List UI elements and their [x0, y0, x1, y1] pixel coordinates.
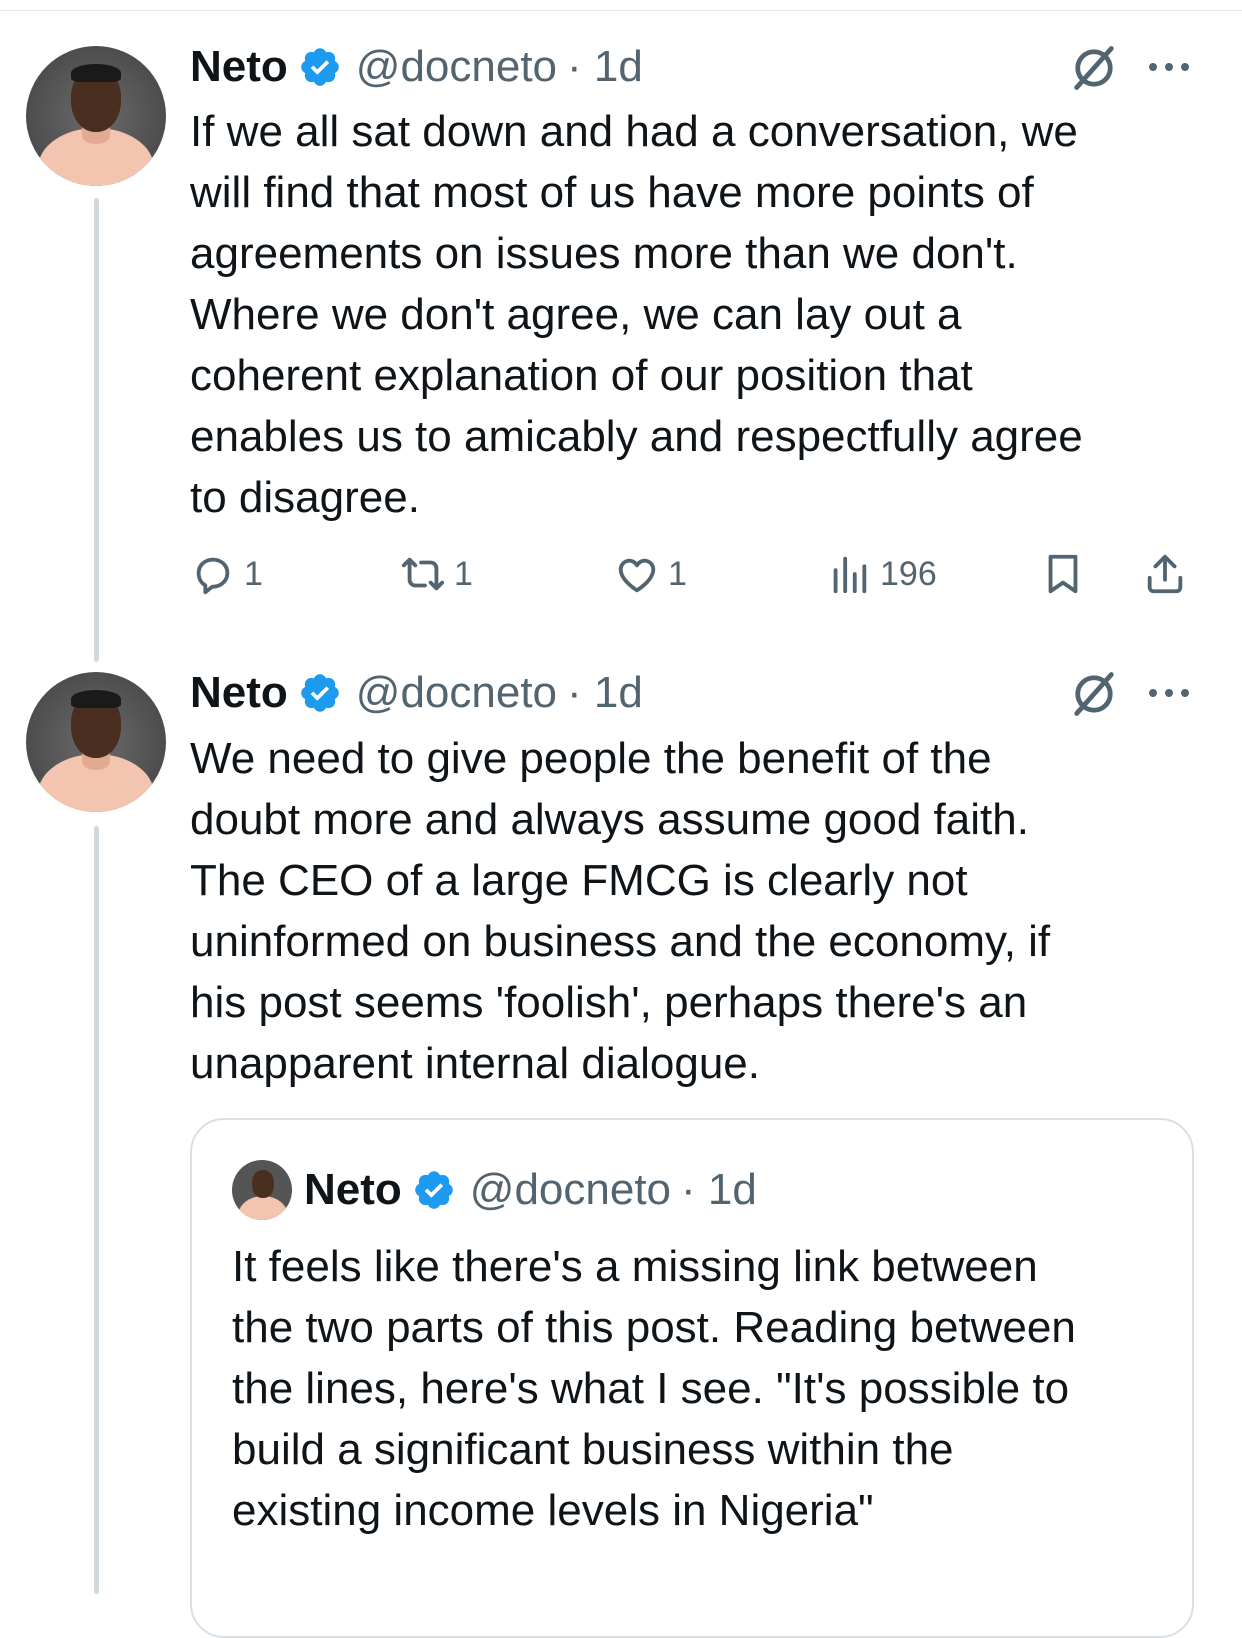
- quote-text: It feels like there's a missing link bet…: [232, 1242, 1076, 1535]
- quote-header: Neto @docneto · 1d: [304, 1165, 757, 1215]
- view-count: 196: [880, 554, 937, 593]
- quoted-tweet[interactable]: Neto @docneto · 1d It feels like there's…: [190, 1118, 1194, 1638]
- verified-badge-icon: [300, 48, 339, 86]
- reply-button[interactable]: 1: [190, 548, 263, 600]
- avatar[interactable]: [26, 672, 166, 812]
- more-icon[interactable]: [1146, 686, 1192, 700]
- timestamp[interactable]: · 1d: [567, 42, 643, 92]
- views-button[interactable]: 196: [826, 548, 937, 600]
- tweet-header: Neto @docneto · 1d: [190, 42, 643, 92]
- views-icon: [833, 556, 867, 594]
- avatar[interactable]: [232, 1160, 292, 1220]
- grok-icon[interactable]: [1068, 668, 1120, 720]
- thread-line: [94, 826, 99, 1594]
- thread-line: [94, 198, 99, 662]
- author-name[interactable]: Neto: [190, 668, 288, 718]
- tweet-actions: 1 1 1 196: [190, 548, 1200, 600]
- reply-icon: [196, 557, 230, 595]
- avatar[interactable]: [26, 46, 166, 186]
- author-handle[interactable]: @docneto: [356, 668, 557, 718]
- timestamp[interactable]: · 1d: [567, 668, 643, 718]
- tweet-text: We need to give people the benefit of th…: [190, 734, 1051, 1088]
- repost-icon: [401, 557, 445, 591]
- like-count: 1: [668, 554, 687, 593]
- grok-icon[interactable]: [1068, 42, 1120, 94]
- top-divider: [0, 10, 1242, 11]
- reply-count: 1: [244, 554, 263, 593]
- share-icon: [1147, 554, 1183, 594]
- verified-badge-icon: [414, 1171, 453, 1209]
- share-button[interactable]: [1142, 548, 1196, 600]
- author-handle: @docneto: [469, 1165, 672, 1214]
- tweet-text: If we all sat down and had a conversatio…: [190, 107, 1083, 522]
- bookmark-icon: [1048, 554, 1078, 594]
- more-icon[interactable]: [1146, 60, 1192, 74]
- author-name: Neto: [304, 1165, 402, 1214]
- repost-button[interactable]: 1: [400, 548, 473, 600]
- like-button[interactable]: 1: [614, 548, 687, 600]
- author-handle[interactable]: @docneto: [356, 42, 557, 92]
- bookmark-button[interactable]: [1040, 548, 1094, 600]
- author-name[interactable]: Neto: [190, 42, 288, 92]
- repost-count: 1: [454, 554, 473, 593]
- tweet-header: Neto @docneto · 1d: [190, 668, 643, 718]
- like-icon: [618, 558, 656, 593]
- verified-badge-icon: [300, 674, 339, 712]
- timestamp: · 1d: [681, 1165, 757, 1214]
